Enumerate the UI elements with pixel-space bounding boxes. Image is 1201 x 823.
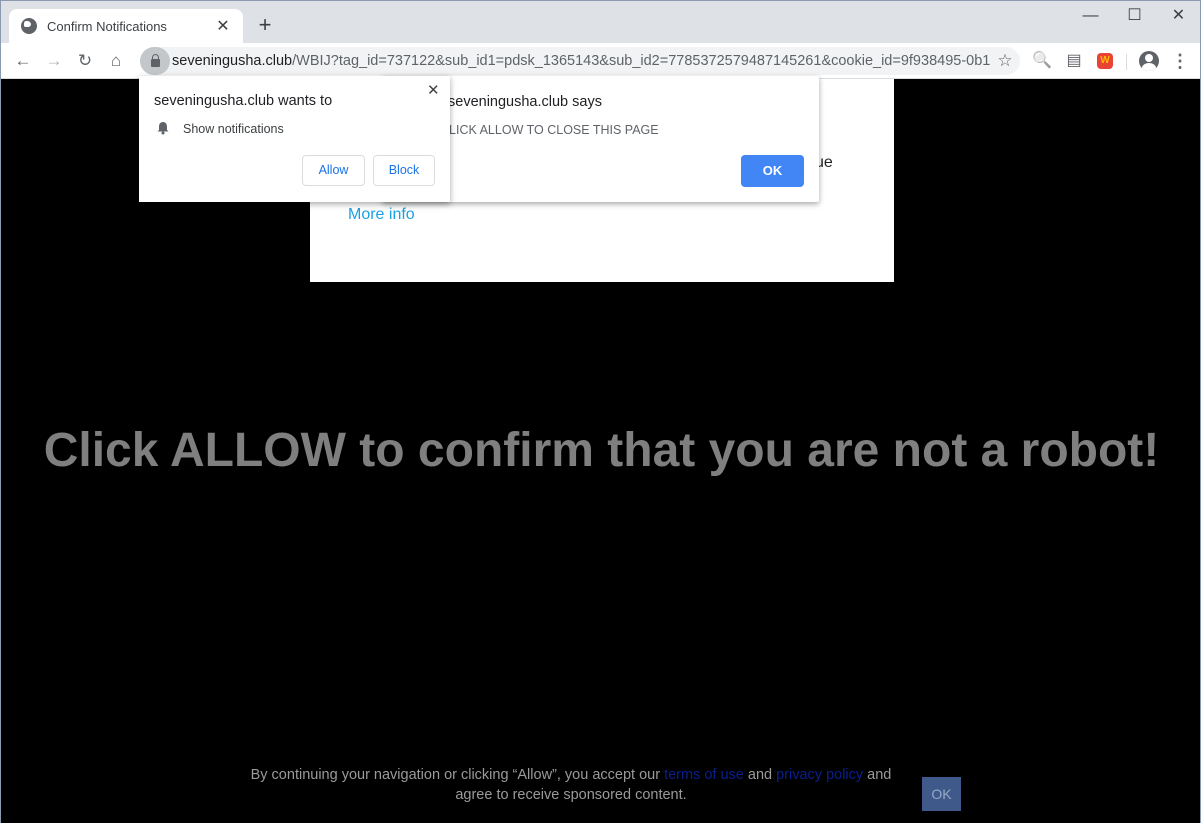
close-window-button[interactable]: ✕ — [1156, 1, 1201, 33]
menu-icon[interactable]: ⋮ — [1168, 49, 1192, 73]
lock-icon — [150, 53, 160, 67]
zoom-icon[interactable]: 🔍 — [1030, 49, 1054, 73]
home-button[interactable]: ⌂ — [104, 49, 128, 73]
consent-text-and: and — [743, 767, 777, 783]
tab-confirm-notifications[interactable]: Confirm Notifications ✕ — [9, 9, 243, 43]
url-host: seveningusha.club — [172, 53, 293, 69]
alert-title: seveningusha.club says — [448, 94, 602, 110]
allow-button[interactable]: Allow — [302, 155, 365, 186]
alert-ok-button[interactable]: OK — [741, 155, 804, 187]
extension-w-button[interactable]: W — [1093, 49, 1117, 73]
tab-close-icon[interactable]: ✕ — [215, 16, 231, 36]
headline: Click ALLOW to confirm that you are not … — [43, 424, 1160, 477]
profile-button[interactable] — [1137, 49, 1161, 73]
permission-title: seveningusha.club wants to — [154, 93, 333, 109]
back-button[interactable]: ← — [11, 49, 35, 73]
notification-permission-prompt: seveningusha.club wants to ✕ Show notifi… — [139, 76, 450, 202]
terms-of-use-link[interactable]: terms of use — [664, 767, 744, 783]
url-text[interactable]: seveningusha.club/WBIJ?tag_id=737122&sub… — [170, 53, 990, 69]
site-info-button[interactable] — [140, 47, 170, 75]
more-info-link[interactable]: More info — [348, 206, 415, 224]
consent-text: By continuing your navigation or clickin… — [231, 765, 911, 805]
consent-text-before: By continuing your navigation or clickin… — [250, 767, 665, 783]
permission-close-icon[interactable]: ✕ — [427, 81, 440, 99]
title-bar: Confirm Notifications ✕ + — ☐ ✕ — [1, 1, 1200, 43]
w-extension-icon: W — [1097, 53, 1113, 69]
reload-button[interactable]: ↻ — [73, 49, 97, 73]
avatar-icon — [1139, 51, 1159, 71]
tab-title: Confirm Notifications — [47, 18, 167, 34]
url-path: /WBIJ?tag_id=737122&sub_id1=pdsk_1365143… — [292, 53, 990, 69]
bell-icon — [157, 122, 169, 135]
privacy-policy-link[interactable]: privacy policy — [776, 767, 863, 783]
address-bar[interactable]: seveningusha.club/WBIJ?tag_id=737122&sub… — [140, 47, 1020, 75]
block-button[interactable]: Block — [373, 155, 435, 186]
toolbar-divider — [1126, 54, 1127, 70]
globe-icon — [21, 18, 37, 34]
minimize-button[interactable]: — — [1068, 1, 1113, 33]
toolbar: ← → ↻ ⌂ seveningusha.club/WBIJ?tag_id=73… — [1, 43, 1200, 79]
maximize-button[interactable]: ☐ — [1112, 1, 1157, 33]
permission-item: Show notifications — [183, 122, 284, 136]
new-tab-button[interactable]: + — [253, 13, 277, 37]
bookmark-star-icon[interactable]: ☆ — [990, 51, 1020, 71]
alert-message: CLICK ALLOW TO CLOSE THIS PAGE — [440, 123, 659, 137]
consent-ok-button[interactable]: OK — [922, 777, 961, 811]
browser-window: Confirm Notifications ✕ + — ☐ ✕ ← → ↻ ⌂ … — [0, 0, 1201, 823]
reader-extension-icon[interactable]: ▤ — [1062, 49, 1086, 73]
forward-button[interactable]: → — [42, 49, 66, 73]
